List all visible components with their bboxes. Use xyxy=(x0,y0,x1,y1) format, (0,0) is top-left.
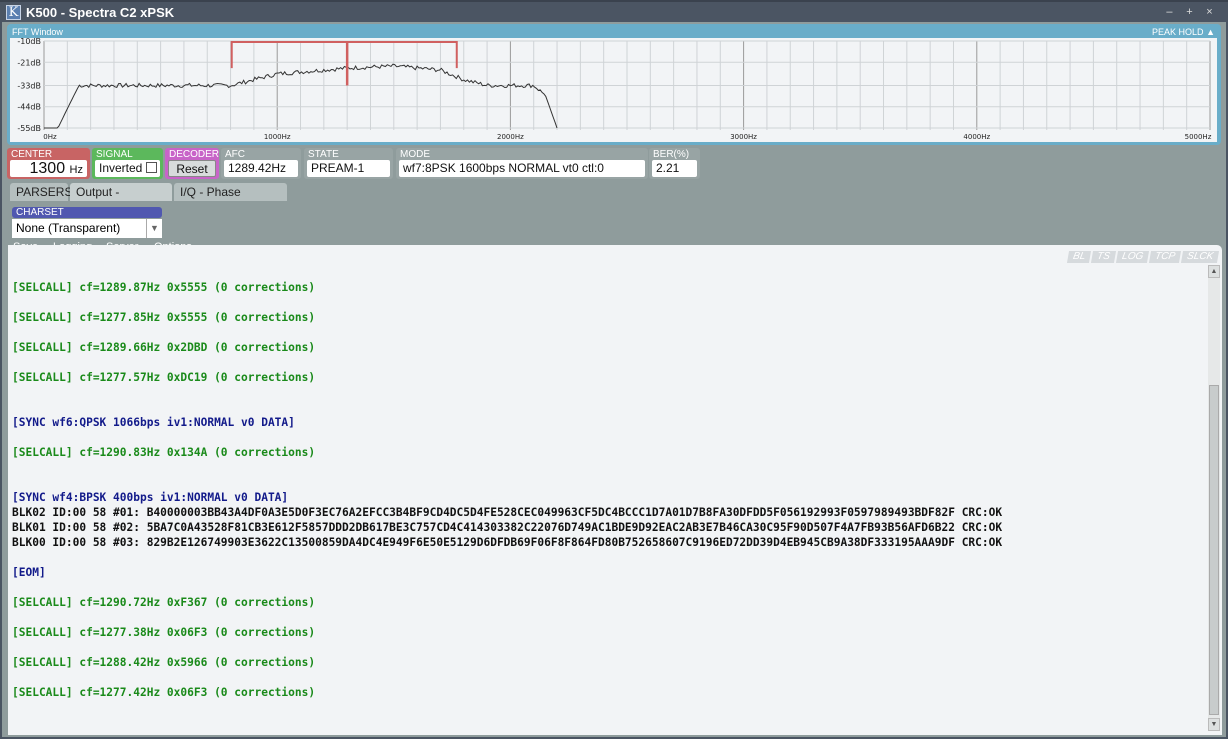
center-label: CENTER xyxy=(11,149,53,160)
x-tick-label: 4000Hz xyxy=(963,133,990,141)
peak-hold-label: PEAK HOLD xyxy=(1152,27,1204,37)
window-title: K500 - Spectra C2 xPSK xyxy=(26,5,175,20)
charset-select[interactable]: None (Transparent) xyxy=(12,219,146,238)
app-logo: K xyxy=(6,5,21,20)
center-value: 1300 xyxy=(29,160,66,177)
inverted-checkbox-row[interactable]: Inverted xyxy=(95,160,160,177)
ber-box: BER(%) 2.21 xyxy=(649,148,700,179)
fft-label: FFT Window xyxy=(12,27,63,37)
y-tick-label: -44dB xyxy=(17,103,41,112)
scrollbar-thumb[interactable] xyxy=(1209,385,1219,715)
output-line: [SELCALL] cf=1277.38Hz 0x06F3 (0 correct… xyxy=(12,626,316,639)
output-line: [SELCALL] cf=1290.72Hz 0xF367 (0 correct… xyxy=(12,596,316,609)
tab-output-ascii[interactable]: Output - ASCII✖ xyxy=(70,183,172,213)
signal-label: SIGNAL xyxy=(96,149,133,160)
x-tick-label: 5000Hz xyxy=(1185,133,1212,141)
output-line: [SYNC wf6:QPSK 1066bps iv1:NORMAL v0 DAT… xyxy=(12,416,295,429)
flag-bl[interactable]: BL xyxy=(1066,251,1092,263)
output-text-area[interactable]: BL TS LOG TCP SLCK [SELCALL] cf=1289.87Hz 0x… xyxy=(8,245,1222,735)
inverted-label: Inverted xyxy=(99,161,143,175)
afc-value: 1289.42Hz xyxy=(224,160,298,177)
tab-parsers[interactable]: PARSERS xyxy=(10,183,72,202)
flag-slck[interactable]: SLCK xyxy=(1180,251,1220,263)
x-tick-label: 2000Hz xyxy=(497,133,524,141)
reset-button[interactable]: Reset xyxy=(168,160,216,177)
collapse-up-icon[interactable]: ▲ xyxy=(1206,27,1215,37)
x-tick-label: 1000Hz xyxy=(264,133,291,141)
output-line: [SELCALL] cf=1289.87Hz 0x5555 (0 correct… xyxy=(12,281,316,294)
output-line: BLK01 ID:00 58 #02: 5BA7C0A43528F81CB3E6… xyxy=(12,521,1003,534)
center-unit: Hz xyxy=(69,164,83,176)
x-tick-label: 3000Hz xyxy=(730,133,757,141)
afc-box: AFC 1289.42Hz xyxy=(221,148,301,179)
output-line: [SELCALL] cf=1288.42Hz 0x5966 (0 correct… xyxy=(12,656,316,669)
decoded-output: [SELCALL] cf=1289.87Hz 0x5555 (0 correct… xyxy=(12,280,1002,700)
scroll-down-icon[interactable]: ▼ xyxy=(1208,718,1220,731)
fft-spectrum-plot[interactable]: -10dB -21dB -33dB -44dB -55dB0Hz 1000Hz 2000Hz… xyxy=(10,38,1217,142)
chevron-down-icon[interactable]: ▼ xyxy=(146,219,162,238)
x-tick-label: 0Hz xyxy=(43,133,57,141)
y-tick-label: -10dB xyxy=(17,38,41,46)
y-tick-label: -21dB xyxy=(17,58,41,67)
minimize-button[interactable]: – xyxy=(1161,6,1178,18)
ber-value: 2.21 xyxy=(652,160,697,177)
mode-label: MODE xyxy=(400,149,430,160)
mode-value: wf7:8PSK 1600bps NORMAL vt0 ctl:0 xyxy=(399,160,645,177)
title-bar: K K500 - Spectra C2 xPSK – + × xyxy=(0,0,1228,22)
maximize-button[interactable]: + xyxy=(1181,6,1198,18)
output-line: [SELCALL] cf=1290.83Hz 0x134A (0 correct… xyxy=(12,446,316,459)
main-area: FFT Window PEAK HOLD ▲ -10dB -21dB -33dB -4… xyxy=(2,22,1226,737)
output-line: BLK02 ID:00 58 #01: B40000003BB43A4DF0A3… xyxy=(12,506,1003,519)
output-line: [SELCALL] cf=1277.85Hz 0x5555 (0 correct… xyxy=(12,311,316,324)
output-line: [EOM] xyxy=(12,566,46,579)
output-panel: CHARSET None (Transparent) ▼ Save Loggin… xyxy=(6,201,1224,735)
scroll-up-icon[interactable]: ▲ xyxy=(1208,265,1220,278)
output-line: BLK00 ID:00 58 #03: 829B2E126749903E3622… xyxy=(12,536,1003,549)
output-line: [SELCALL] cf=1277.42Hz 0x06F3 (0 correct… xyxy=(12,686,316,699)
decoder-box: DECODER Reset xyxy=(165,148,219,179)
peak-hold-toggle[interactable]: PEAK HOLD ▲ xyxy=(1152,27,1215,37)
charset-label: CHARSET xyxy=(12,207,162,218)
output-line: [SELCALL] cf=1277.57Hz 0xDC19 (0 correct… xyxy=(12,371,316,384)
vertical-scrollbar[interactable]: ▲ ▼ xyxy=(1208,265,1220,731)
center-field[interactable]: 1300 Hz xyxy=(10,160,87,177)
afc-label: AFC xyxy=(225,149,245,160)
state-box: STATE PREAM-1 xyxy=(304,148,393,179)
mode-box: MODE wf7:8PSK 1600bps NORMAL vt0 ctl:0 xyxy=(396,148,648,179)
output-line: [SELCALL] cf=1289.66Hz 0x2DBD (0 correct… xyxy=(12,341,316,354)
state-label: STATE xyxy=(308,149,339,160)
flag-ts[interactable]: TS xyxy=(1090,251,1116,263)
y-tick-label: -33dB xyxy=(17,81,41,90)
decoder-label: DECODER xyxy=(169,149,220,160)
output-line: [SYNC wf4:BPSK 400bps iv1:NORMAL v0 DATA… xyxy=(12,491,289,504)
tab-iq-phase-plane[interactable]: I/Q - Phase plane✖ xyxy=(174,183,287,213)
plot-background xyxy=(10,38,1217,142)
ber-label: BER(%) xyxy=(653,149,690,160)
flag-log[interactable]: LOG xyxy=(1115,251,1149,263)
close-button[interactable]: × xyxy=(1201,6,1218,18)
y-tick-label: -55dB xyxy=(17,124,41,133)
state-value: PREAM-1 xyxy=(307,160,390,177)
tab-label: PARSERS xyxy=(16,185,73,199)
fft-window: FFT Window PEAK HOLD ▲ -10dB -21dB -33dB -4… xyxy=(7,24,1221,145)
flag-tcp[interactable]: TCP xyxy=(1148,251,1181,263)
inverted-checkbox[interactable] xyxy=(145,162,157,173)
center-box: CENTER 1300 Hz xyxy=(7,148,90,179)
signal-box: SIGNAL Inverted xyxy=(92,148,163,179)
